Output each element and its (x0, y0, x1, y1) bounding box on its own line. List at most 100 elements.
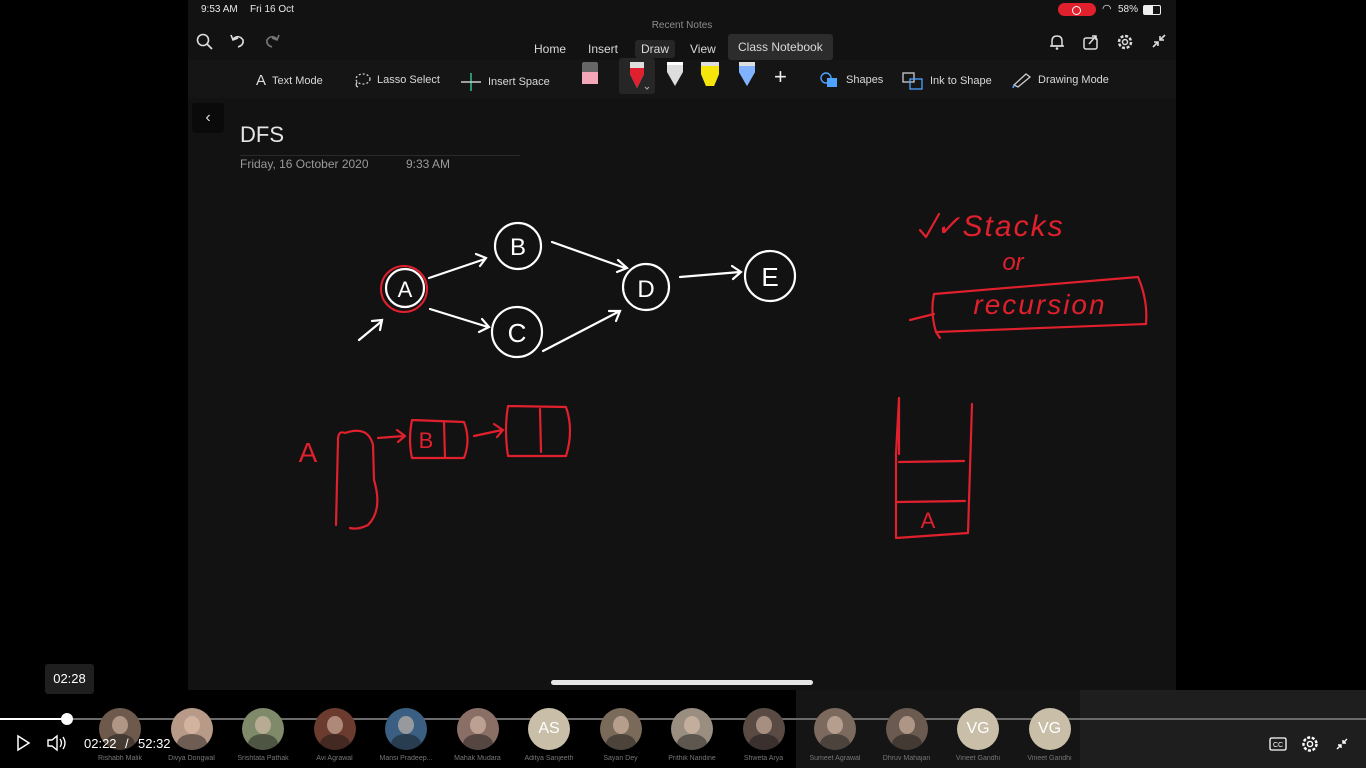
shapes-label: Shapes (846, 74, 884, 86)
progress-thumb[interactable] (60, 713, 73, 725)
ink-canvas[interactable]: A B C D E A B A ✓Stacks or recursion (188, 100, 1176, 680)
participant-avatar[interactable]: VG (1028, 708, 1071, 750)
node-a-label: A (398, 277, 413, 302)
participant-avatar[interactable] (385, 708, 427, 750)
collapse-icon[interactable] (1149, 31, 1169, 51)
tab-draw[interactable]: Draw (635, 40, 676, 58)
person-icon (469, 716, 486, 734)
search-icon[interactable] (195, 32, 215, 52)
participant-initials: AS (538, 720, 560, 737)
drawing-mode-button[interactable]: Drawing Mode (1012, 72, 1109, 88)
insert-space-label: Insert Space (488, 76, 550, 88)
total-time: 52:32 (138, 736, 171, 751)
node-b-label: B (510, 234, 526, 261)
text-mode-button[interactable]: A Text Mode (256, 72, 323, 89)
insert-space-button[interactable]: Insert Space (460, 72, 550, 92)
drawing-mode-icon (1012, 73, 1032, 88)
tab-class-notebook[interactable]: Class Notebook (728, 34, 833, 60)
home-indicator[interactable] (551, 680, 813, 685)
tab-insert[interactable]: Insert (582, 40, 624, 58)
participant-name: Mahak Mudara (454, 755, 501, 762)
yellow-highlighter-tool[interactable] (697, 58, 723, 90)
participant-name: Vineet Gandhi (1027, 755, 1072, 762)
wifi-icon: ◠ (1102, 3, 1112, 15)
participant-name: Sayan Dey (603, 755, 638, 762)
participant-name: Sumeet Agrawal (809, 755, 861, 762)
settings-gear-icon[interactable] (1115, 32, 1135, 52)
tab-view[interactable]: View (684, 40, 722, 58)
arrow-b-d (550, 240, 630, 274)
bell-icon[interactable] (1047, 32, 1067, 52)
person-icon (898, 716, 915, 734)
participant-avatar[interactable] (242, 708, 284, 750)
current-time: 02:22 (84, 736, 117, 751)
participant-avatar[interactable] (885, 708, 928, 750)
participant-avatar[interactable] (170, 708, 213, 750)
text-a-icon: A (256, 72, 267, 89)
note-stacks: ✓Stacks (935, 210, 1064, 243)
participant-avatar[interactable] (599, 708, 642, 750)
participant-avatar[interactable] (742, 708, 785, 750)
person-icon (255, 716, 271, 734)
arrow-d-e (678, 264, 743, 281)
seek-tooltip: 02:28 (45, 664, 94, 694)
captions-icon[interactable]: CC (1269, 736, 1287, 752)
lasso-select-button[interactable]: Lasso Select (353, 72, 440, 88)
time-separator: / (125, 736, 129, 751)
stack-divider-1 (897, 459, 966, 464)
node-d-label: D (637, 276, 654, 303)
blue-pen-tool[interactable] (734, 58, 760, 90)
participant-strip-bg-3 (1080, 690, 1366, 768)
white-pen-tool[interactable] (662, 58, 688, 90)
insert-space-icon (461, 73, 481, 91)
chain-box-1-label: B (419, 428, 434, 453)
participant-name: Aditya Sanjeeth (524, 755, 574, 762)
status-time: 9:53 AM (201, 4, 238, 15)
person-icon (827, 716, 843, 734)
add-pen-icon[interactable]: + (774, 64, 787, 90)
chain-box-2 (504, 404, 572, 458)
participant-name: Vineet Gandhi (955, 755, 1001, 762)
onenote-window: 9:53 AM Fri 16 Oct ◠ 58% Recent Notes Ho… (188, 0, 1176, 690)
person-icon (684, 716, 700, 734)
svg-text:CC: CC (1273, 742, 1283, 749)
share-icon[interactable] (1081, 32, 1101, 52)
participant-initials: VG (966, 720, 990, 737)
participant-name: Shweta Arya (743, 755, 784, 762)
person-icon (326, 716, 343, 734)
person-icon (112, 716, 128, 734)
undo-icon[interactable] (228, 31, 248, 51)
participant-avatar[interactable]: AS (528, 708, 570, 750)
person-icon (755, 716, 772, 734)
shapes-button[interactable]: Shapes (820, 72, 883, 88)
participant-initials: VG (1037, 720, 1062, 737)
text-mode-label: Text Mode (272, 74, 323, 87)
chain-arrow-2 (472, 422, 505, 439)
play-icon[interactable] (14, 734, 32, 752)
settings-gear-icon[interactable] (1300, 734, 1320, 754)
node-c-label: C (508, 318, 527, 348)
participant-name: Dhruv Mahajan (882, 755, 931, 762)
exit-fullscreen-icon[interactable] (1334, 736, 1350, 752)
participant-avatar[interactable] (456, 708, 499, 750)
stack-item-label: A (921, 508, 936, 533)
drawing-mode-label: Drawing Mode (1038, 74, 1109, 86)
shapes-icon (820, 72, 837, 87)
stack-divider-2 (895, 499, 967, 504)
app-title: Recent Notes (651, 20, 713, 31)
bracket-shape (334, 429, 379, 530)
participant-name: Mansi Pradeep... (379, 755, 433, 762)
participant-avatar[interactable]: VG (957, 708, 999, 750)
participant-name: Divya Dongwal (168, 755, 215, 762)
battery-icon (1143, 5, 1161, 15)
eraser-tool[interactable] (582, 62, 600, 86)
participant-avatar[interactable] (671, 708, 713, 750)
battery-percent: 58% (1118, 4, 1139, 15)
red-pen-tool[interactable] (619, 58, 655, 94)
tab-home[interactable]: Home (528, 40, 572, 58)
participant-avatar[interactable] (814, 708, 856, 750)
participant-avatar[interactable] (313, 708, 356, 750)
ink-to-shape-button[interactable]: Ink to Shape (902, 72, 992, 90)
redo-icon[interactable] (262, 31, 282, 51)
volume-icon[interactable] (46, 734, 68, 752)
